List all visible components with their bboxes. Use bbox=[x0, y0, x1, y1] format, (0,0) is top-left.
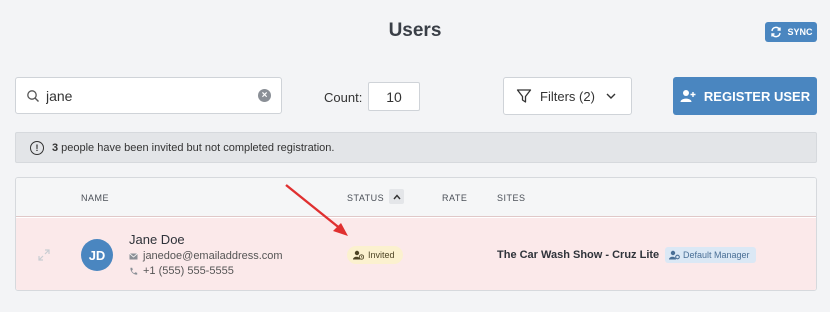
column-sites[interactable]: SITES bbox=[497, 193, 526, 203]
sort-up-icon[interactable] bbox=[389, 189, 404, 204]
count-label: Count: bbox=[324, 90, 363, 105]
sync-icon bbox=[769, 25, 783, 39]
table-row[interactable]: JD Jane Doe janedoe@emailaddress.com +1 … bbox=[16, 218, 816, 290]
register-user-label: REGISTER USER bbox=[703, 88, 811, 104]
column-status[interactable]: STATUS bbox=[347, 193, 384, 203]
role-badge: Default Manager bbox=[665, 247, 756, 263]
avatar: JD bbox=[81, 239, 113, 271]
info-icon: ! bbox=[30, 140, 44, 155]
table-header: NAME STATUS RATE SITES bbox=[16, 178, 816, 217]
site-name[interactable]: The Car Wash Show - Cruz Lite bbox=[497, 249, 659, 261]
column-name[interactable]: NAME bbox=[81, 193, 109, 203]
filters-button[interactable]: Filters (2) bbox=[503, 77, 632, 115]
column-rate[interactable]: RATE bbox=[442, 193, 467, 203]
clear-icon[interactable]: × bbox=[258, 89, 271, 102]
chevron-down-icon bbox=[603, 88, 619, 104]
count-input[interactable] bbox=[368, 82, 420, 111]
page-title: Users bbox=[388, 20, 442, 41]
search-input[interactable] bbox=[46, 87, 258, 104]
mail-icon bbox=[129, 252, 138, 261]
user-phone-line: +1 (555) 555-5555 bbox=[129, 265, 234, 277]
sync-button[interactable]: SYNC bbox=[765, 22, 817, 42]
sync-label: SYNC bbox=[787, 27, 813, 37]
add-user-icon bbox=[680, 89, 696, 103]
filters-label: Filters (2) bbox=[540, 88, 595, 104]
user-name[interactable]: Jane Doe bbox=[129, 232, 185, 247]
user-clock-icon bbox=[353, 250, 364, 260]
role-label: Default Manager bbox=[683, 250, 750, 260]
filter-icon bbox=[516, 88, 532, 104]
notice-count: 3 bbox=[52, 141, 59, 154]
search-icon bbox=[26, 89, 40, 103]
invite-notice: ! 3 people have been invited but not com… bbox=[15, 132, 817, 163]
phone-icon bbox=[129, 267, 138, 276]
user-phone: +1 (555) 555-5555 bbox=[143, 265, 234, 277]
expand-icon[interactable] bbox=[37, 248, 51, 262]
user-email: janedoe@emailaddress.com bbox=[143, 250, 283, 262]
status-label: Invited bbox=[368, 250, 395, 260]
users-table: NAME STATUS RATE SITES JD Jane Doe janed… bbox=[15, 177, 817, 291]
user-email-line: janedoe@emailaddress.com bbox=[129, 250, 283, 262]
notice-text: people have been invited but not complet… bbox=[61, 141, 335, 154]
search-field[interactable]: × bbox=[15, 77, 282, 114]
status-badge: Invited bbox=[347, 246, 403, 264]
user-cog-icon bbox=[669, 250, 680, 260]
register-user-button[interactable]: REGISTER USER bbox=[673, 77, 817, 115]
